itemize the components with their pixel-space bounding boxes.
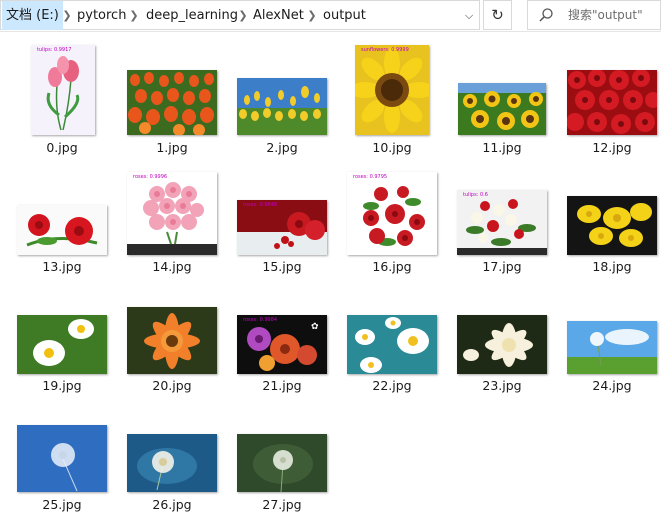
breadcrumb-deep-learning[interactable]: deep_learning (146, 1, 238, 30)
prediction-label: tulips: 0.9917 (37, 47, 72, 53)
file-name: 0.jpg (46, 140, 78, 155)
file-thumbnail (347, 315, 437, 374)
breadcrumb-output[interactable]: output (323, 1, 366, 30)
file-thumbnail (17, 425, 107, 492)
file-name: 14.jpg (152, 259, 192, 274)
search-placeholder: 搜索"output" (568, 8, 643, 22)
file-name: 25.jpg (42, 497, 82, 512)
prediction-label: roses: 0.9984 (243, 317, 278, 323)
file-item[interactable]: tulips: 0.9917 0.jpg (7, 45, 117, 163)
file-item[interactable]: 2.jpg (227, 45, 337, 163)
file-name: 17.jpg (482, 259, 522, 274)
file-name: 1.jpg (156, 140, 188, 155)
file-item[interactable]: 18.jpg (557, 164, 661, 282)
breadcrumb-alexnet[interactable]: AlexNet (253, 1, 304, 30)
file-thumbnail: ✿ roses: 0.9984 (237, 315, 327, 374)
file-thumbnail: roses: 0.9795 (347, 172, 437, 255)
search-input[interactable]: 搜索"output" (527, 0, 661, 30)
file-thumbnail (567, 196, 657, 255)
file-thumbnail (567, 321, 657, 374)
file-name: 18.jpg (592, 259, 632, 274)
file-name: 23.jpg (482, 378, 522, 393)
breadcrumb-drive[interactable]: 文档 (E:) (2, 1, 63, 30)
file-thumbnail: roses: 0.9996 (127, 172, 217, 255)
file-thumbnail (127, 434, 217, 492)
file-item[interactable]: 26.jpg (117, 402, 227, 520)
file-thumbnail (458, 83, 546, 135)
file-name: 2.jpg (266, 140, 298, 155)
svg-text:✿: ✿ (311, 322, 319, 332)
prediction-label: roses: 0.9996 (133, 174, 168, 180)
file-item[interactable]: 24.jpg (557, 283, 661, 401)
prediction-label: roses: 0.9795 (353, 174, 388, 180)
file-item[interactable]: 19.jpg (7, 283, 117, 401)
file-name: 27.jpg (262, 497, 302, 512)
file-name: 26.jpg (152, 497, 192, 512)
file-name: 10.jpg (372, 140, 412, 155)
file-name: 16.jpg (372, 259, 412, 274)
file-name: 11.jpg (482, 140, 522, 155)
file-name: 13.jpg (42, 259, 82, 274)
file-item[interactable]: 12.jpg (557, 45, 661, 163)
chevron-right-icon[interactable]: ❯ (306, 1, 318, 30)
breadcrumb[interactable]: 文档 (E:) ❯ pytorch ❯ deep_learning ❯ Alex… (0, 0, 480, 30)
file-thumbnail (17, 315, 107, 374)
file-item[interactable]: 20.jpg (117, 283, 227, 401)
file-item[interactable]: ✿ roses: 0.9984 21.jpg (227, 283, 337, 401)
address-bar: 文档 (E:) ❯ pytorch ❯ deep_learning ❯ Alex… (0, 0, 661, 32)
refresh-icon: ↻ (491, 6, 504, 24)
search-icon (539, 8, 553, 22)
file-item[interactable]: sunflowers: 0.9999 10.jpg (337, 45, 447, 163)
file-thumbnail (17, 205, 107, 255)
file-thumbnail: sunflowers: 0.9999 (355, 45, 429, 135)
file-item[interactable]: 11.jpg (447, 45, 557, 163)
file-item[interactable]: tulips: 0.6 17.jpg (447, 164, 557, 282)
file-thumbnail: tulips: 0.9917 (31, 45, 95, 135)
file-thumbnail (457, 315, 547, 374)
file-thumbnail (567, 70, 657, 135)
file-name: 21.jpg (262, 378, 302, 393)
file-thumbnail: roses: 0.9848 (237, 200, 327, 255)
file-name: 22.jpg (372, 378, 412, 393)
file-thumbnail (127, 70, 217, 135)
file-thumbnail (127, 307, 217, 374)
file-item[interactable]: roses: 0.9996 14.jpg (117, 164, 227, 282)
file-name: 15.jpg (262, 259, 302, 274)
file-item[interactable]: 25.jpg (7, 402, 117, 520)
file-item[interactable]: roses: 0.9795 16.jpg (337, 164, 447, 282)
breadcrumb-pytorch[interactable]: pytorch (77, 1, 126, 30)
file-thumbnail (237, 78, 327, 135)
file-name: 20.jpg (152, 378, 192, 393)
chevron-down-icon[interactable]: ⌵ (458, 1, 480, 30)
prediction-label: roses: 0.9848 (243, 202, 278, 208)
prediction-label: tulips: 0.6 (463, 192, 488, 198)
file-item[interactable]: 23.jpg (447, 283, 557, 401)
chevron-right-icon[interactable]: ❯ (61, 1, 73, 30)
file-name: 24.jpg (592, 378, 632, 393)
file-item[interactable]: 13.jpg (7, 164, 117, 282)
file-name: 12.jpg (592, 140, 632, 155)
chevron-right-icon[interactable]: ❯ (128, 1, 140, 30)
file-item[interactable]: 27.jpg (227, 402, 337, 520)
prediction-label: sunflowers: 0.9999 (361, 47, 409, 53)
file-item[interactable]: 1.jpg (117, 45, 227, 163)
file-item[interactable]: roses: 0.9848 15.jpg (227, 164, 337, 282)
chevron-right-icon[interactable]: ❯ (237, 1, 249, 30)
file-thumbnail (237, 434, 327, 492)
file-thumbnail: tulips: 0.6 (457, 190, 547, 255)
file-name: 19.jpg (42, 378, 82, 393)
file-item[interactable]: 22.jpg (337, 283, 447, 401)
refresh-button[interactable]: ↻ (483, 0, 512, 30)
